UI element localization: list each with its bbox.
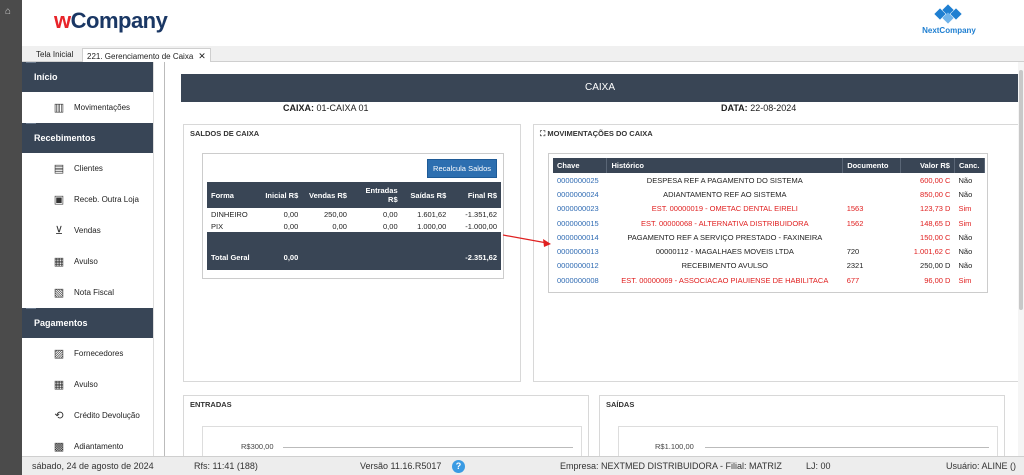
nextcompany-logo: NextCompany: [914, 4, 984, 35]
scrollbar[interactable]: [1018, 62, 1024, 456]
table-row[interactable]: 0000000024 ADIANTAMENTO REF AO SISTEMA 850…: [553, 187, 985, 201]
cart-icon: ⊻: [54, 224, 64, 237]
main-content: CAIXA CAIXA: 01-CAIXA 01 DATA: 22-08-202…: [164, 62, 1024, 456]
saldos-box: Recalcula Saldos Forma Inicial R$ Vendas…: [202, 153, 504, 279]
red-arrow-icon: [502, 234, 551, 247]
sidebar-item-receb-outra-loja[interactable]: ▣ Receb. Outra Loja: [22, 184, 153, 215]
sidebar-item-clientes[interactable]: ▤ Clientes: [22, 153, 153, 184]
sidebar-section-recebimentos[interactable]: Recebimentos: [22, 123, 153, 153]
document-icon: ▦: [53, 255, 65, 268]
store-icon: ▣: [53, 193, 65, 206]
sidebar-item-avulso-receb[interactable]: ▦ Avulso: [22, 246, 153, 277]
tab-bar: Tela Inicial 221. Gerenciamento de Caixa…: [22, 46, 1024, 64]
refund-icon: ⟲: [54, 409, 64, 422]
caixa-info: CAIXA: 01-CAIXA 01: [283, 103, 369, 113]
total-geral-row: Total Geral 0,00 -2.351,62: [207, 244, 501, 270]
expand-icon[interactable]: ⛶: [540, 129, 545, 138]
table-row[interactable]: 0000000023 EST. 00000019 - OMETAC DENTAL …: [553, 202, 985, 216]
status-usuario: Usuário: ALINE (): [946, 461, 1017, 471]
tab-tela-inicial[interactable]: Tela Inicial: [32, 48, 77, 61]
data-info: DATA: 22-08-2024: [721, 103, 797, 113]
sidebar-section-inicio[interactable]: Início: [22, 62, 153, 92]
app-header: wCompany NextCompany: [22, 0, 1024, 46]
advance-icon: ▩: [53, 440, 65, 453]
supplier-icon: ▨: [53, 347, 65, 360]
sidebar-item-fornecedores[interactable]: ▨ Fornecedores: [22, 338, 153, 369]
sidebar-item-movimentacoes[interactable]: ▥ Movimentações: [22, 92, 153, 123]
sidebar-item-adiantamento[interactable]: ▩ Adiantamento: [22, 431, 153, 456]
status-date: sábado, 24 de agosto de 2024: [32, 461, 154, 471]
table-row[interactable]: 0000000015 EST. 00000068 - ALTERNATIVA DI…: [553, 216, 985, 230]
table-row[interactable]: 0000000014 PAGAMENTO REF A SERVIÇO PRESTA…: [553, 230, 985, 244]
table-row[interactable]: 0000000008 EST. 00000069 - ASSOCIACAO PIA…: [553, 273, 985, 287]
wcompany-logo: wCompany: [54, 8, 168, 33]
nextcompany-diamond-icon: [914, 4, 984, 24]
movimentacoes-panel: ⛶ MOVIMENTAÇÕES DO CAIXA Chave Histórico…: [533, 124, 1023, 382]
sidebar: Início ▥ Movimentações Recebimentos ▤ Clie…: [22, 62, 154, 456]
table-row[interactable]: 0000000013 00000112 - MAGALHAES MOVEIS LT…: [553, 244, 985, 258]
sidebar-item-credito-devolucao[interactable]: ⟲ Crédito Devolução: [22, 400, 153, 431]
status-empresa: Empresa: NEXTMED DISTRIBUIDORA - Filial:…: [560, 461, 782, 471]
clients-icon: ▤: [53, 162, 65, 175]
left-rail: ⌂: [0, 0, 22, 475]
document-icon: ▦: [53, 378, 65, 391]
home-icon[interactable]: ⌂: [5, 6, 11, 17]
saldos-table: Forma Inicial R$ Vendas R$ Entradas R$ S…: [207, 182, 501, 270]
status-rfs: Rfs: 11:41 (188): [194, 461, 258, 471]
status-version: Versão 11.16.R5017: [360, 461, 442, 471]
saidas-panel: SAÍDAS R$1.100,00: [599, 395, 1005, 456]
movimentacoes-table: Chave Histórico Documento Valor R$ Canc.…: [553, 158, 986, 287]
table-row[interactable]: PIX 0,00 0,00 0,00 1.000,00 -1.000,00: [207, 220, 501, 232]
help-icon[interactable]: ?: [452, 460, 465, 473]
saldos-panel: SALDOS DE CAIXA Recalcula Saldos Forma I…: [183, 124, 521, 382]
axis-label: R$1.100,00: [655, 442, 694, 451]
status-lj: LJ: 00: [806, 461, 831, 471]
sidebar-item-vendas[interactable]: ⊻ Vendas: [22, 215, 153, 246]
close-icon[interactable]: ✕: [198, 51, 206, 61]
sidebar-section-pagamentos[interactable]: Pagamentos: [22, 308, 153, 338]
entradas-chart: R$300,00: [202, 426, 582, 456]
recalcula-saldos-button[interactable]: Recalcula Saldos: [427, 159, 497, 178]
invoice-icon: ▧: [53, 286, 65, 299]
table-row[interactable]: 0000000012 RECEBIMENTO AVULSO 2321 250,00 D…: [553, 259, 985, 273]
page-title: CAIXA: [181, 74, 1019, 102]
bank-icon: ▥: [53, 101, 65, 114]
sidebar-item-nota-fiscal[interactable]: ▧ Nota Fiscal: [22, 277, 153, 308]
entradas-panel: ENTRADAS R$300,00: [183, 395, 589, 456]
status-bar: sábado, 24 de agosto de 2024 Rfs: 11:41 …: [22, 456, 1024, 475]
movimentacoes-box: Chave Histórico Documento Valor R$ Canc.…: [548, 153, 988, 293]
saidas-chart: R$1.100,00: [618, 426, 998, 456]
axis-label: R$300,00: [241, 442, 274, 451]
sidebar-item-avulso-pag[interactable]: ▦ Avulso: [22, 369, 153, 400]
table-row[interactable]: DINHEIRO 0,00 250,00 0,00 1.601,62 -1.351,62: [207, 208, 501, 220]
table-row[interactable]: 0000000025 DESPESA REF A PAGAMENTO DO SIS…: [553, 173, 985, 187]
